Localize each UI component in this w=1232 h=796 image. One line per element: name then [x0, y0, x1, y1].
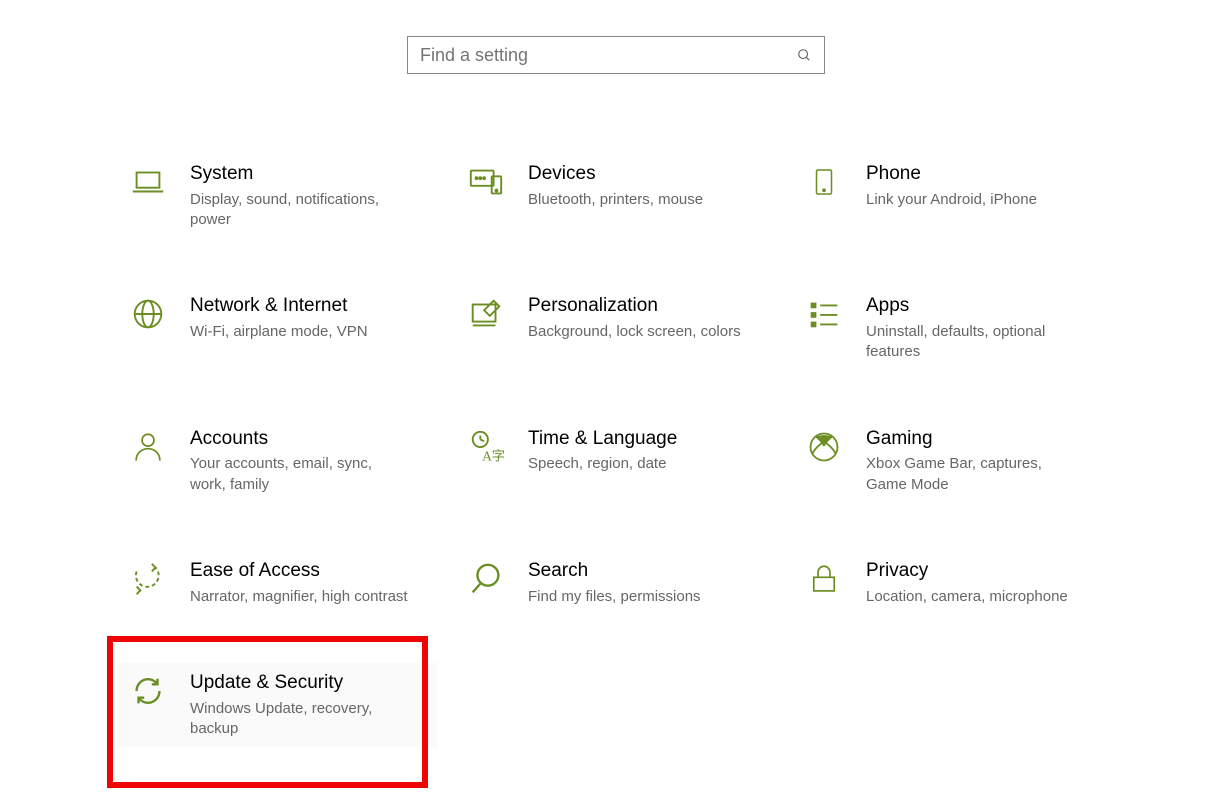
search-box[interactable]	[407, 36, 825, 74]
search-bar-wrap	[0, 0, 1232, 74]
tile-privacy[interactable]: Privacy Location, camera, microphone	[794, 551, 1114, 615]
tile-title: Privacy	[866, 559, 1068, 583]
tile-subtitle: Display, sound, notifications, power	[190, 190, 410, 231]
tile-personalization[interactable]: Personalization Background, lock screen,…	[456, 286, 776, 370]
tile-network[interactable]: Network & Internet Wi-Fi, airplane mode,…	[118, 286, 438, 370]
tile-subtitle: Background, lock screen, colors	[528, 322, 741, 342]
tile-subtitle: Bluetooth, printers, mouse	[528, 190, 703, 210]
search-input[interactable]	[420, 45, 796, 66]
tile-subtitle: Windows Update, recovery, backup	[190, 699, 410, 740]
tile-title: Time & Language	[528, 427, 677, 451]
tile-gaming[interactable]: Gaming Xbox Game Bar, captures, Game Mod…	[794, 419, 1114, 503]
tile-subtitle: Link your Android, iPhone	[866, 190, 1037, 210]
tile-ease-of-access[interactable]: Ease of Access Narrator, magnifier, high…	[118, 551, 438, 615]
tile-subtitle: Find my files, permissions	[528, 587, 701, 607]
tile-accounts[interactable]: Accounts Your accounts, email, sync, wor…	[118, 419, 438, 503]
tile-title: Phone	[866, 162, 1037, 186]
tile-system[interactable]: System Display, sound, notifications, po…	[118, 154, 438, 238]
tile-title: Network & Internet	[190, 294, 368, 318]
tile-update-security[interactable]: Update & Security Windows Update, recove…	[118, 663, 438, 747]
globe-icon	[128, 294, 168, 334]
tile-subtitle: Your accounts, email, sync, work, family	[190, 454, 410, 495]
tile-subtitle: Xbox Game Bar, captures, Game Mode	[866, 454, 1086, 495]
tile-apps[interactable]: Apps Uninstall, defaults, optional featu…	[794, 286, 1114, 370]
laptop-icon	[128, 162, 168, 202]
paintbrush-icon	[466, 294, 506, 334]
svg-text:A字: A字	[482, 448, 505, 463]
tile-title: Accounts	[190, 427, 410, 451]
tile-title: System	[190, 162, 410, 186]
tile-phone[interactable]: Phone Link your Android, iPhone	[794, 154, 1114, 238]
apps-list-icon	[804, 294, 844, 334]
tile-title: Personalization	[528, 294, 741, 318]
search-icon	[796, 47, 812, 63]
ease-of-access-icon	[128, 559, 168, 599]
tile-subtitle: Speech, region, date	[528, 454, 677, 474]
time-language-icon: A字	[466, 427, 506, 467]
tile-search[interactable]: Search Find my files, permissions	[456, 551, 776, 615]
person-icon	[128, 427, 168, 467]
tile-title: Devices	[528, 162, 703, 186]
devices-icon	[466, 162, 506, 202]
tile-subtitle: Wi-Fi, airplane mode, VPN	[190, 322, 368, 342]
sync-icon	[128, 671, 168, 711]
tile-title: Update & Security	[190, 671, 410, 695]
tile-subtitle: Location, camera, microphone	[866, 587, 1068, 607]
settings-grid: System Display, sound, notifications, po…	[116, 154, 1116, 747]
tile-title: Ease of Access	[190, 559, 408, 583]
tile-devices[interactable]: Devices Bluetooth, printers, mouse	[456, 154, 776, 238]
xbox-icon	[804, 427, 844, 467]
tile-subtitle: Uninstall, defaults, optional features	[866, 322, 1086, 363]
lock-icon	[804, 559, 844, 599]
tile-title: Gaming	[866, 427, 1086, 451]
magnifier-icon	[466, 559, 506, 599]
tile-title: Apps	[866, 294, 1086, 318]
tile-title: Search	[528, 559, 701, 583]
phone-icon	[804, 162, 844, 202]
tile-subtitle: Narrator, magnifier, high contrast	[190, 587, 408, 607]
tile-time-language[interactable]: A字 Time & Language Speech, region, date	[456, 419, 776, 503]
